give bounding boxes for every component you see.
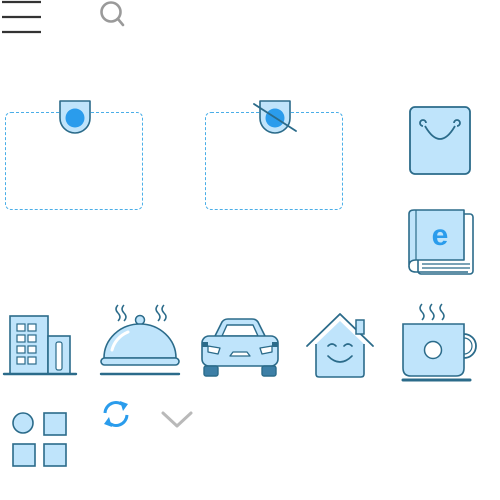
ebook-icon[interactable]: e [406, 208, 476, 278]
food-service-cloche-icon[interactable] [98, 300, 182, 380]
refresh-icon[interactable] [100, 398, 132, 430]
smiling-house-icon[interactable] [304, 310, 376, 380]
shopping-bag-icon[interactable] [407, 104, 473, 178]
car-icon[interactable] [200, 316, 280, 380]
search-icon[interactable] [98, 0, 126, 30]
ebook-glyph: e [432, 219, 449, 252]
hot-coffee-cup-icon[interactable] [400, 300, 484, 384]
hotel-building-icon[interactable] [2, 312, 78, 378]
chevron-down-icon[interactable] [160, 408, 194, 430]
visibility-pin-icon [58, 100, 92, 136]
apps-grid-icon[interactable] [11, 411, 69, 469]
visibility-off-pin-icon [253, 98, 297, 138]
menu-icon[interactable] [0, 0, 44, 36]
